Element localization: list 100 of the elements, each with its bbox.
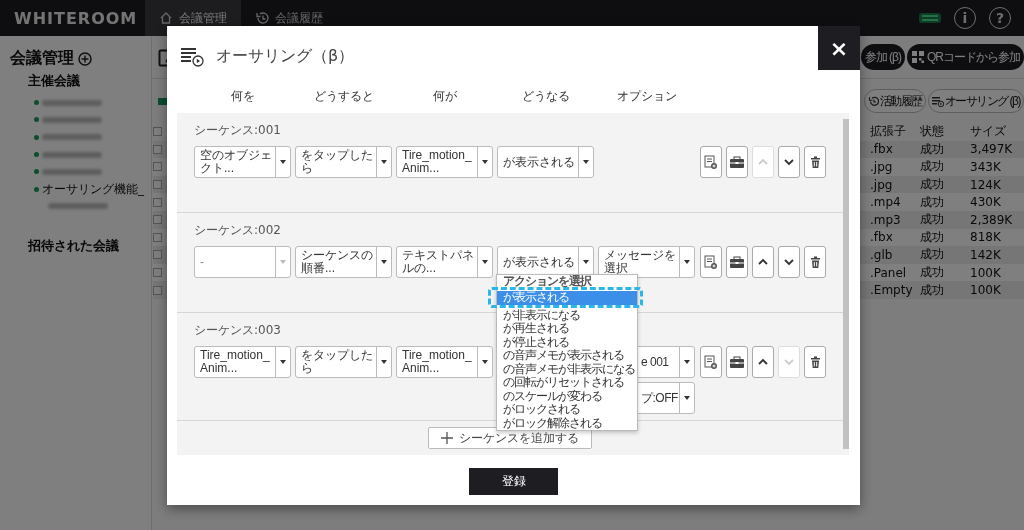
memo-button[interactable] [700, 346, 722, 378]
dropdown-field[interactable]: シーケンスの順番... [295, 246, 392, 278]
add-icon[interactable] [78, 51, 92, 66]
table-cell: 343K [970, 160, 1001, 174]
move-up-button[interactable] [752, 246, 774, 278]
tool-button[interactable]: オーサリング (β) [927, 89, 1024, 113]
table-cell: 成功 [920, 211, 944, 229]
chevron-up-icon [758, 158, 768, 166]
table-cell: 成功 [920, 158, 944, 176]
move-down-button[interactable] [778, 246, 800, 278]
move-up-button[interactable] [752, 346, 774, 378]
table-cell: 成功 [920, 140, 944, 158]
checkbox[interactable] [153, 127, 162, 137]
chevron-down-icon [784, 258, 794, 266]
column-header: オプション [616, 88, 677, 105]
menu-option[interactable]: がロック解除される [497, 416, 635, 430]
menu-option[interactable]: が停止される [497, 335, 635, 349]
status-dot [34, 152, 39, 158]
sidebar-title: 会議管理 [10, 48, 74, 69]
dropdown-field[interactable]: 空のオブジェクト... [194, 146, 291, 178]
row-checkbox[interactable] [153, 268, 162, 278]
action-button[interactable]: 参加 (β) [860, 44, 905, 70]
table-cell: 3,497K [970, 142, 1013, 157]
caret-icon [683, 359, 691, 365]
sidebar-item[interactable]: オーサリング機能_ [42, 180, 144, 198]
table-cell: 成功 [920, 246, 944, 264]
delete-button[interactable] [804, 346, 826, 378]
toolbox-button[interactable] [726, 146, 748, 178]
table-cell: .fbx [870, 230, 893, 245]
row-checkbox[interactable] [153, 197, 162, 207]
table-cell: 成功 [920, 264, 944, 282]
table-cell: .glb [870, 247, 893, 262]
action-button[interactable]: QRコードから参加 [907, 44, 1024, 70]
move-down-button[interactable] [778, 146, 800, 178]
caret-icon [683, 259, 691, 265]
status-dot [34, 100, 39, 106]
table-cell: 成功 [920, 193, 944, 211]
dropdown-field[interactable]: テキストパネルの... [396, 246, 493, 278]
history-icon [255, 11, 269, 25]
toolbox-icon [729, 255, 745, 269]
toolbox-button[interactable] [726, 346, 748, 378]
table-cell: 100K [970, 265, 1001, 280]
table-cell: .jpg [870, 177, 893, 192]
toolbox-button[interactable] [726, 246, 748, 278]
memo-icon [704, 255, 718, 269]
tool-button[interactable]: 活動履歴 [863, 89, 926, 113]
memo-button[interactable] [700, 246, 722, 278]
row-checkbox[interactable] [153, 250, 162, 260]
table-cell: 430K [970, 195, 1001, 210]
column-header: 何を [230, 88, 255, 105]
chevron-down-icon [784, 358, 794, 366]
menu-option[interactable]: が再生される [497, 322, 635, 336]
table-cell: 818K [970, 230, 1001, 245]
table-cell: 成功 [920, 228, 944, 246]
dropdown-field[interactable]: をタップしたら [295, 346, 392, 378]
caret-icon [380, 259, 388, 265]
row-checkbox[interactable] [153, 144, 162, 154]
row-checkbox[interactable] [153, 285, 162, 295]
caret-icon [683, 395, 691, 401]
row-checkbox[interactable] [153, 232, 162, 242]
logo: WHITEROOM [14, 8, 138, 28]
row-checkbox[interactable] [153, 162, 162, 172]
menu-option[interactable]: が非表示になる [497, 308, 635, 322]
caret-icon [481, 359, 489, 365]
memo-button[interactable] [700, 146, 722, 178]
dropdown-field[interactable]: Tire_motion_Anim... [396, 146, 493, 178]
scrollbar[interactable] [843, 113, 849, 455]
register-button[interactable]: 登録 [469, 468, 558, 495]
section-heading: 主催会議 [27, 72, 80, 90]
table-cell: 2,389K [970, 212, 1013, 227]
close-button[interactable]: × [818, 26, 860, 70]
dropdown-field[interactable]: Tire_motion_Anim... [396, 346, 493, 378]
caret-icon [279, 259, 287, 265]
column-header: 何が [432, 88, 457, 105]
sequence-title: シーケンス:003 [194, 322, 281, 338]
dropdown-field[interactable]: メッセージを選択 [598, 246, 695, 278]
blurred-text [42, 116, 102, 123]
dropdown-field[interactable]: が表示される [497, 146, 594, 178]
toolbox-icon [729, 155, 745, 169]
row-checkbox[interactable] [153, 215, 162, 225]
dropdown-field[interactable]: をタップしたら [295, 146, 392, 178]
delete-button[interactable] [804, 146, 826, 178]
row-checkbox[interactable] [153, 180, 162, 190]
blurred-text [48, 203, 108, 210]
dropdown-field[interactable]: Tire_motion_Anim... [194, 346, 291, 378]
table-cell: .Empty [870, 283, 913, 298]
delete-button[interactable] [804, 246, 826, 278]
home-icon [159, 11, 173, 25]
trash-icon [809, 356, 821, 368]
column-header: サイズ [970, 123, 1006, 141]
chevron-up-icon [758, 358, 768, 366]
column-header: どうなる [521, 88, 570, 105]
section-heading: 招待された会議 [26, 237, 119, 256]
dialog-title: オーサリング（β） [216, 45, 355, 67]
status-dot [34, 169, 39, 175]
memo-icon [704, 355, 718, 369]
caret-icon [279, 359, 287, 365]
column-header: 状態 [920, 123, 944, 141]
table-cell: 124K [970, 177, 1001, 192]
sequence-title: シーケンス:001 [194, 122, 281, 138]
